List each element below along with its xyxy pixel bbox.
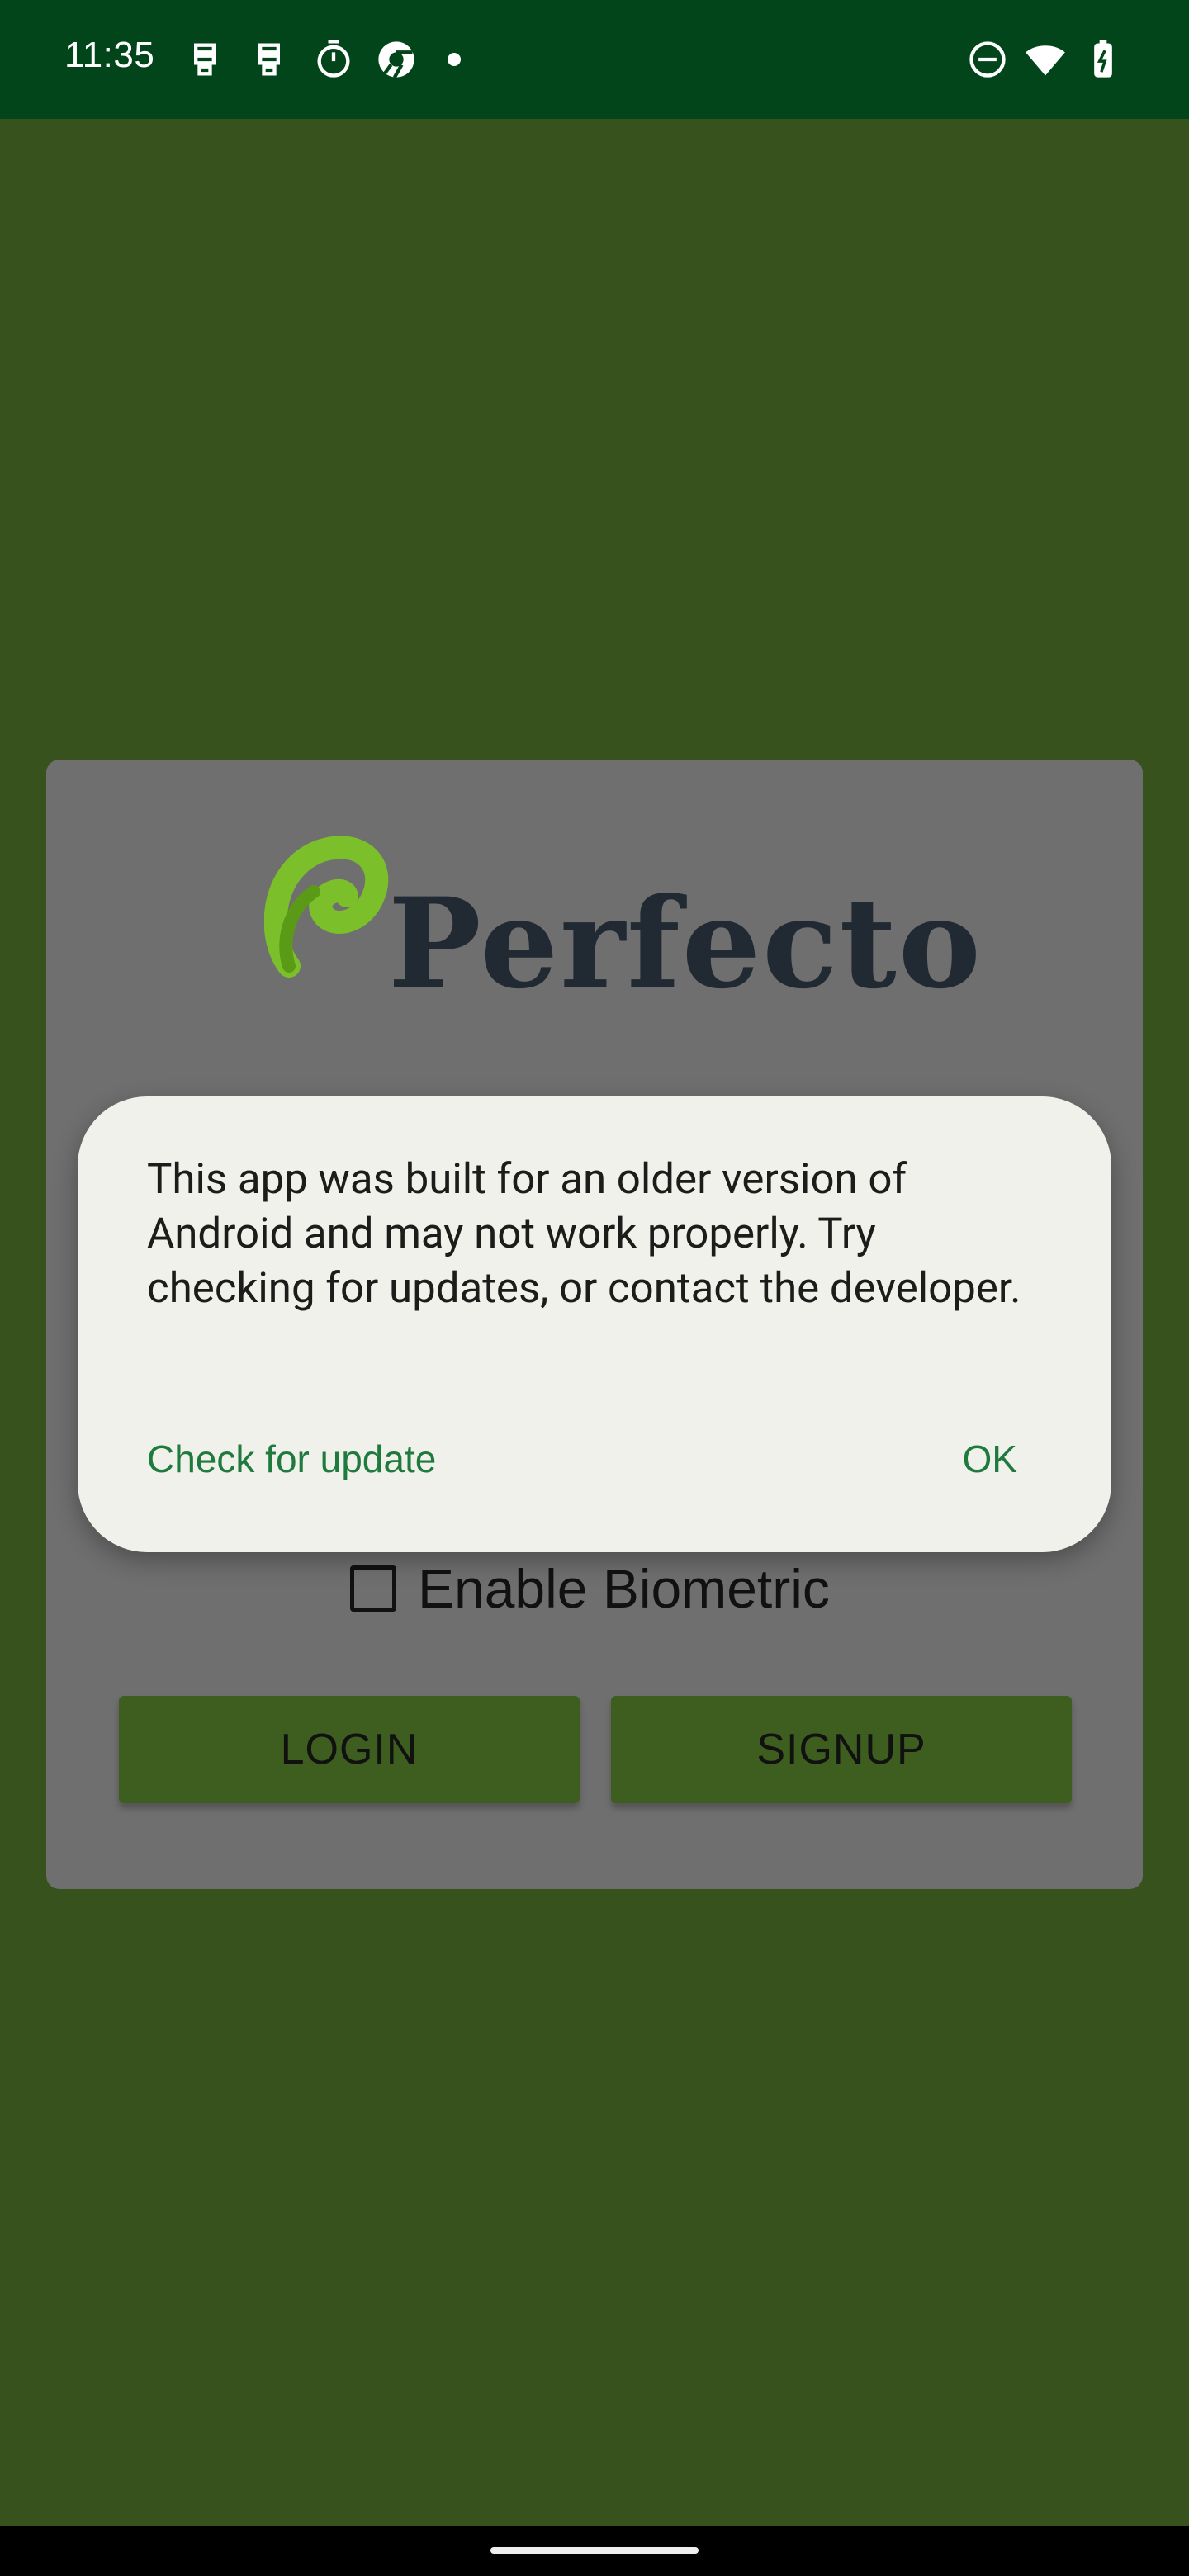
check-for-update-button[interactable]: Check for update bbox=[147, 1437, 436, 1481]
status-bar: 11:35 bbox=[0, 0, 1189, 119]
signup-button[interactable]: SIGNUP bbox=[611, 1696, 1072, 1803]
biometric-row[interactable]: Enable Biometric bbox=[350, 1557, 830, 1620]
dot-icon bbox=[446, 51, 462, 68]
perfecto-logo: Perfecto bbox=[264, 834, 981, 1032]
dialog-message: This app was built for an older version … bbox=[147, 1155, 1021, 1313]
do-not-disturb-icon bbox=[966, 38, 1009, 81]
leaf-logo-icon bbox=[264, 836, 389, 978]
biometric-checkbox[interactable] bbox=[350, 1565, 396, 1612]
compatibility-dialog: This app was built for an older version … bbox=[78, 1096, 1111, 1552]
login-button[interactable]: LOGIN bbox=[119, 1696, 580, 1803]
wifi-icon bbox=[1024, 38, 1067, 81]
ok-button[interactable]: OK bbox=[963, 1437, 1017, 1481]
assistant-icon bbox=[183, 38, 226, 81]
biometric-label: Enable Biometric bbox=[418, 1558, 830, 1619]
logo-text: Perfecto bbox=[388, 871, 983, 1016]
timer-icon bbox=[312, 38, 355, 81]
navigation-bar bbox=[0, 2526, 1189, 2576]
home-gesture-handle[interactable] bbox=[490, 2547, 699, 2554]
battery-charging-icon bbox=[1082, 38, 1125, 81]
chrome-icon bbox=[375, 38, 418, 81]
status-time: 11:35 bbox=[64, 35, 155, 75]
assistant-icon bbox=[248, 38, 291, 81]
